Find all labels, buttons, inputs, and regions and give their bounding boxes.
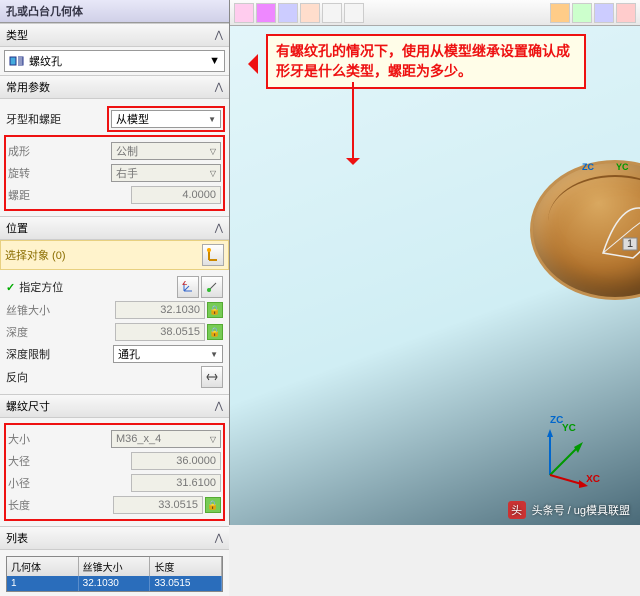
section-type[interactable]: 类型 ⋀ [0, 23, 229, 47]
vector-icon[interactable] [201, 276, 223, 298]
table-row[interactable]: 1 32.1030 33.0515 [7, 576, 222, 591]
chevron-down-icon: ▼ [209, 55, 220, 67]
tool-icon[interactable] [322, 3, 342, 23]
form-label: 成形 [8, 143, 111, 159]
thread-type-label: 牙型和螺距 [6, 111, 109, 127]
thread-type-dropdown[interactable]: 从模型▼ [111, 110, 221, 128]
lock-icon[interactable]: 🔒 [205, 497, 221, 513]
tool-icon[interactable] [594, 3, 614, 23]
lock-icon[interactable]: 🔒 [207, 302, 223, 318]
thread-hole-geometry[interactable]: 1 [530, 160, 640, 300]
svg-text:z: z [182, 281, 188, 288]
length-label: 长度 [8, 497, 113, 513]
depth-limit-label: 深度限制 [6, 346, 113, 362]
pitch-label: 螺距 [8, 187, 131, 203]
section-params[interactable]: 常用参数 ⋀ [0, 75, 229, 99]
svg-text:1: 1 [627, 238, 633, 250]
reverse-label: 反向 [6, 369, 199, 385]
lock-icon[interactable]: 🔒 [207, 324, 223, 340]
section-position[interactable]: 位置 ⋀ [0, 216, 229, 240]
depth-label: 深度 [6, 324, 115, 340]
callout-annotation: 有螺纹孔的情况下，使用从模型继承设置确认成形牙是什么类型，螺距为多少。 [266, 34, 586, 89]
minor-value: 31.6100 [131, 474, 221, 492]
toutiao-icon: 头 [508, 501, 526, 519]
thread-hole-icon [9, 54, 25, 68]
col-header: 几何体 [7, 557, 79, 576]
hole-wireframe: 1 [593, 183, 640, 273]
chevron-up-icon: ⋀ [215, 223, 223, 234]
tool-icon[interactable] [234, 3, 254, 23]
chevron-up-icon: ⋀ [215, 401, 223, 412]
tool-icon[interactable] [550, 3, 570, 23]
property-panel: 孔或凸台几何体 类型 ⋀ 螺纹孔 ▼ 常用参数 ⋀ 牙型和螺距 从模型▼ 成形公… [0, 0, 230, 525]
tool-icon[interactable] [278, 3, 298, 23]
yc-label: YC [616, 162, 629, 172]
tool-icon[interactable] [616, 3, 636, 23]
select-object-row[interactable]: 选择对象 (0) [0, 240, 229, 270]
orient-label: 指定方位 [19, 279, 175, 295]
check-icon: ✓ [6, 281, 15, 294]
rotation-label: 旋转 [8, 165, 111, 181]
tool-icon[interactable] [344, 3, 364, 23]
major-value: 36.0000 [131, 452, 221, 470]
pitch-value: 4.0000 [131, 186, 221, 204]
depth-limit-dropdown[interactable]: 通孔▼ [113, 345, 223, 363]
length-value: 33.0515 [113, 496, 203, 514]
geometry-table[interactable]: 几何体 丝锥大小 长度 1 32.1030 33.0515 [6, 556, 223, 592]
viewport-toolbar [230, 0, 640, 26]
chevron-up-icon: ⋀ [215, 82, 223, 93]
major-label: 大径 [8, 453, 131, 469]
section-thread-size[interactable]: 螺纹尺寸 ⋀ [0, 394, 229, 418]
taper-label: 丝锥大小 [6, 302, 115, 318]
taper-value: 32.1030 [115, 301, 205, 319]
watermark: 头 头条号 / ug模具联盟 [508, 501, 630, 519]
tool-icon[interactable] [572, 3, 592, 23]
chevron-up-icon: ⋀ [215, 30, 223, 41]
rotation-dropdown: 右手▽ [111, 164, 221, 182]
panel-title: 孔或凸台几何体 [0, 0, 229, 23]
section-list[interactable]: 列表 ⋀ [0, 526, 229, 550]
chevron-up-icon: ⋀ [215, 533, 223, 544]
reverse-icon[interactable] [201, 366, 223, 388]
col-header: 长度 [150, 557, 222, 576]
minor-label: 小径 [8, 475, 131, 491]
select-icon[interactable] [202, 244, 224, 266]
arrowhead-icon [346, 158, 360, 172]
size-label: 大小 [8, 431, 111, 447]
arrow-to-hole [352, 82, 354, 162]
tool-icon[interactable] [256, 3, 276, 23]
type-dropdown[interactable]: 螺纹孔 ▼ [4, 50, 225, 72]
zc-label: ZC [582, 162, 594, 172]
form-dropdown: 公制▽ [111, 142, 221, 160]
size-dropdown: M36_x_4▽ [111, 430, 221, 448]
col-header: 丝锥大小 [79, 557, 151, 576]
view-triad: ZC YC XC [520, 415, 600, 495]
tool-icon[interactable] [300, 3, 320, 23]
depth-value: 38.0515 [115, 323, 205, 341]
csys-icon[interactable]: z [177, 276, 199, 298]
